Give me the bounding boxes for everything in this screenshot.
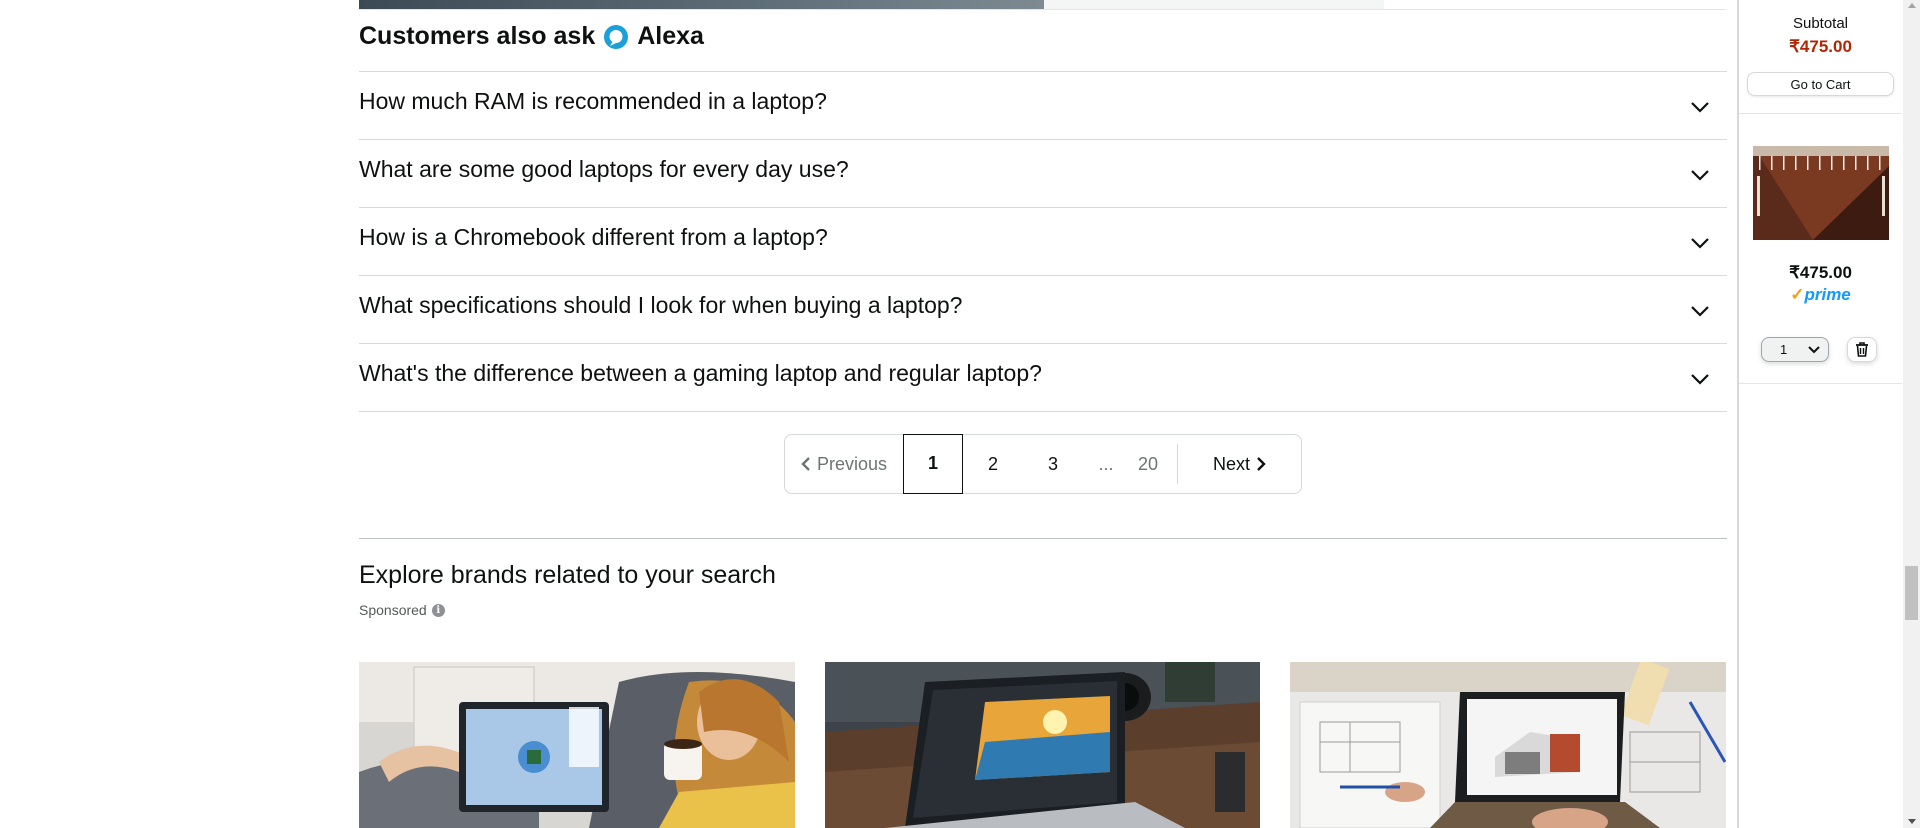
brand-card-editing[interactable] <box>825 662 1261 828</box>
faq-question: What specifications should I look for wh… <box>359 292 963 318</box>
faq-item[interactable]: How is a Chromebook different from a lap… <box>359 208 1727 276</box>
chevron-right-icon <box>1257 457 1266 471</box>
chevron-down-icon[interactable] <box>1689 232 1711 254</box>
trash-icon <box>1856 342 1868 357</box>
page-link-2[interactable]: 2 <box>963 435 1023 493</box>
faq-question: What are some good laptops for every day… <box>359 156 849 182</box>
subtotal-label: Subtotal <box>1792 15 1849 32</box>
brand-card-couch[interactable] <box>359 662 795 828</box>
previous-page-button[interactable]: Previous <box>785 435 903 493</box>
faq-item[interactable]: How much RAM is recommended in a laptop? <box>359 72 1727 140</box>
pagination: Previous 1 2 3 ... 20 Next <box>784 433 1302 494</box>
page-link-3[interactable]: 3 <box>1023 435 1083 493</box>
laptop-architecture-image <box>1290 662 1726 828</box>
faq-item[interactable]: What specifications should I look for wh… <box>359 276 1727 344</box>
cart-item-price: ₹475.00 <box>1789 263 1852 282</box>
cart-divider <box>1739 113 1902 114</box>
previous-label: Previous <box>816 453 888 474</box>
laptop-on-couch-image <box>359 662 795 828</box>
chevron-left-icon <box>801 457 810 471</box>
alexa-questions-list: How much RAM is recommended in a laptop?… <box>359 71 1727 412</box>
chevron-down-icon[interactable] <box>1689 96 1711 118</box>
cart-item-thumbnail[interactable] <box>1753 146 1889 240</box>
faq-item[interactable]: What are some good laptops for every day… <box>359 140 1727 208</box>
pagination-ellipsis: ... <box>1098 453 1114 474</box>
next-page-button[interactable]: Next <box>1178 435 1301 493</box>
faq-item[interactable]: What's the difference between a gaming l… <box>359 344 1727 412</box>
sponsored-text: Sponsored <box>359 602 427 618</box>
quantity-value: 1 <box>1780 342 1788 357</box>
scroll-up-arrow[interactable] <box>1908 3 1916 8</box>
faq-question: What's the difference between a gaming l… <box>359 360 1042 386</box>
previous-image-strip <box>359 0 1044 9</box>
laptop-photo-editing-image <box>825 662 1260 828</box>
chevron-down-icon <box>1808 346 1820 354</box>
prime-badge: ✓prime <box>1739 285 1902 305</box>
chevron-down-icon[interactable] <box>1689 300 1711 322</box>
chevron-down-icon[interactable] <box>1689 164 1711 186</box>
info-icon[interactable]: i <box>431 603 445 617</box>
previous-panel-strip <box>1044 0 1384 9</box>
faq-question: How is a Chromebook different from a lap… <box>359 224 828 250</box>
quantity-select[interactable]: 1 <box>1761 337 1829 362</box>
page-link-last: 20 <box>1137 453 1159 474</box>
faq-question: How much RAM is recommended in a laptop? <box>359 88 827 114</box>
alexa-section-title: Customers also ask Alexa <box>359 22 704 51</box>
chevron-down-icon[interactable] <box>1689 368 1711 390</box>
prime-label: prime <box>1804 285 1851 304</box>
alexa-title-suffix: Alexa <box>637 22 704 50</box>
delete-item-button[interactable] <box>1847 337 1877 362</box>
alexa-ring-icon <box>604 24 629 49</box>
brand-card-architecture[interactable] <box>1290 662 1726 828</box>
previous-section-strip <box>359 0 1726 10</box>
go-to-cart-button[interactable]: Go to Cart <box>1747 72 1894 96</box>
prime-check-icon: ✓ <box>1790 285 1805 304</box>
brands-section-title: Explore brands related to your search <box>359 561 776 589</box>
scroll-thumb[interactable] <box>1905 566 1918 620</box>
section-divider <box>359 538 1727 539</box>
cart-divider <box>1739 383 1902 384</box>
page-scrollbar[interactable] <box>1903 0 1920 828</box>
sponsored-label: Sponsored i <box>359 602 445 618</box>
next-label: Next <box>1212 453 1250 474</box>
cart-panel: Subtotal ₹475.00 Go to Cart ₹475.00 ✓pri… <box>1737 0 1904 828</box>
scroll-down-arrow[interactable] <box>1908 819 1916 824</box>
current-page: 1 <box>903 433 963 494</box>
subtotal-value: ₹475.00 <box>1789 37 1852 56</box>
alexa-title-prefix: Customers also ask <box>359 22 596 50</box>
